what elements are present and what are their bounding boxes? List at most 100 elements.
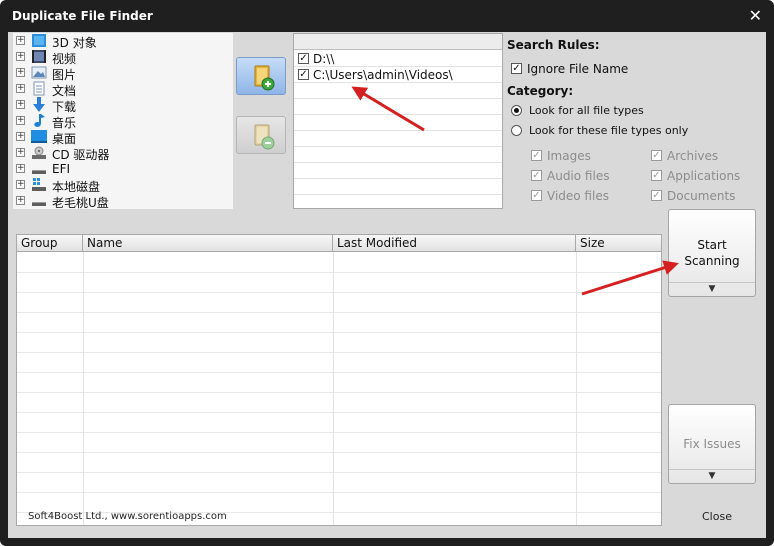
- pictures-folder-icon: [31, 66, 47, 79]
- column-header-last-modified[interactable]: Last Modified: [333, 235, 576, 252]
- fix-issues-dropdown-icon[interactable]: ▼: [669, 469, 755, 483]
- remove-folder-button[interactable]: [236, 116, 286, 154]
- expand-icon[interactable]: +: [16, 68, 25, 77]
- video-files-checkbox[interactable]: ✓: [531, 190, 542, 201]
- music-folder-icon: [34, 114, 45, 127]
- path-text: C:\Users\admin\Videos\: [313, 68, 453, 82]
- fix-issues-button[interactable]: Fix Issues ▼: [668, 404, 756, 484]
- expand-icon[interactable]: +: [16, 100, 25, 109]
- column-header-size[interactable]: Size: [576, 235, 661, 252]
- archives-label: Archives: [667, 149, 719, 163]
- tree-item-local-disk[interactable]: + 本地磁盘: [13, 177, 233, 194]
- table-column-divider: [333, 252, 334, 525]
- download-folder-icon: [33, 97, 45, 112]
- remove-folder-icon: [254, 124, 275, 150]
- tree-item-documents[interactable]: + 文档: [13, 81, 233, 98]
- audio-files-checkbox[interactable]: ✓: [531, 170, 542, 181]
- tree-item-downloads[interactable]: + 下载: [13, 97, 233, 114]
- expand-icon[interactable]: +: [16, 164, 25, 173]
- add-folder-button[interactable]: [236, 57, 286, 95]
- applications-checkbox[interactable]: ✓: [651, 170, 662, 181]
- documents-checkbox[interactable]: ✓: [651, 190, 662, 201]
- table-row-divider: [17, 432, 661, 433]
- expand-icon[interactable]: +: [16, 196, 25, 205]
- search-rules-panel: Search Rules: ✓ Ignore File Name Categor…: [505, 32, 765, 212]
- fix-issues-label: Fix Issues: [683, 437, 741, 451]
- window-close-icon[interactable]: ✕: [749, 6, 762, 25]
- app-window: Duplicate File Finder ✕ + 3D 对象 + 视频 + 图…: [0, 0, 774, 546]
- expand-icon[interactable]: +: [16, 148, 25, 157]
- video-folder-icon: [32, 50, 46, 63]
- add-folder-icon: [254, 65, 275, 91]
- company-footer: Soft4Boost Ltd., www.sorentioapps.com: [28, 511, 227, 522]
- archives-checkbox[interactable]: ✓: [651, 150, 662, 161]
- expand-icon[interactable]: +: [16, 132, 25, 141]
- table-row-divider: [17, 292, 661, 293]
- tree-item-music[interactable]: + 音乐: [13, 113, 233, 130]
- path-list-header: [294, 34, 502, 50]
- table-row-divider: [17, 372, 661, 373]
- title-bar: Duplicate File Finder ✕: [0, 0, 774, 32]
- ignore-file-name-checkbox[interactable]: ✓: [511, 63, 522, 74]
- start-scanning-line1: Start: [697, 238, 727, 252]
- category-heading: Category:: [507, 84, 574, 98]
- path-item[interactable]: ✓ D:\\: [298, 51, 498, 67]
- tree-item-label: 老毛桃U盘: [52, 196, 109, 210]
- applications-label: Applications: [667, 169, 741, 183]
- all-file-types-radio[interactable]: [511, 105, 522, 116]
- row-divider: [294, 98, 502, 99]
- path-item[interactable]: ✓ C:\Users\admin\Videos\: [298, 67, 498, 83]
- table-row-divider: [17, 472, 661, 473]
- expand-icon[interactable]: +: [16, 36, 25, 45]
- expand-icon[interactable]: +: [16, 52, 25, 61]
- row-divider: [294, 178, 502, 179]
- expand-icon[interactable]: +: [16, 116, 25, 125]
- start-scanning-line2: Scanning: [684, 254, 740, 268]
- table-row-divider: [17, 272, 661, 273]
- folder-tree[interactable]: + 3D 对象 + 视频 + 图片 + 文档 + 下载 + 音乐 + 桌面 + …: [13, 33, 233, 210]
- documents-label: Documents: [667, 189, 736, 203]
- column-header-group[interactable]: Group: [17, 235, 83, 252]
- table-row-divider: [17, 412, 661, 413]
- tree-item-videos[interactable]: + 视频: [13, 49, 233, 66]
- start-scanning-dropdown-icon[interactable]: ▼: [669, 282, 755, 296]
- expand-icon[interactable]: +: [16, 84, 25, 93]
- ignore-file-name-label: Ignore File Name: [527, 62, 629, 76]
- images-checkbox[interactable]: ✓: [531, 150, 542, 161]
- local-disk-icon: [32, 178, 46, 191]
- drive-icon: [32, 170, 46, 174]
- all-file-types-label: Look for all file types: [529, 104, 644, 117]
- close-button[interactable]: Close: [702, 510, 732, 523]
- tree-item-label: EFI: [52, 162, 71, 176]
- search-rules-heading: Search Rules:: [507, 38, 600, 52]
- row-divider: [294, 146, 502, 147]
- tree-item-3d-objects[interactable]: + 3D 对象: [13, 33, 233, 50]
- tree-item-efi[interactable]: + EFI: [13, 161, 233, 177]
- tree-item-desktop[interactable]: + 桌面: [13, 129, 233, 146]
- specific-file-types-radio[interactable]: [511, 125, 522, 136]
- cd-drive-icon: [32, 146, 46, 159]
- desktop-icon: [31, 130, 47, 143]
- table-header: Group Name Last Modified Size: [17, 235, 661, 252]
- tree-item-cd-drive[interactable]: + CD 驱动器: [13, 145, 233, 162]
- results-table[interactable]: Group Name Last Modified Size: [16, 234, 662, 526]
- path-checkbox[interactable]: ✓: [298, 69, 309, 80]
- table-row-divider: [17, 392, 661, 393]
- start-scanning-button[interactable]: Start Scanning ▼: [668, 209, 756, 297]
- tree-item-usb-drive[interactable]: + 老毛桃U盘: [13, 193, 233, 210]
- audio-files-label: Audio files: [547, 169, 610, 183]
- tree-item-pictures[interactable]: + 图片: [13, 65, 233, 82]
- search-path-list[interactable]: ✓ D:\\ ✓ C:\Users\admin\Videos\: [293, 33, 503, 209]
- table-row-divider: [17, 312, 661, 313]
- row-divider: [294, 162, 502, 163]
- row-divider: [294, 130, 502, 131]
- table-row-divider: [17, 352, 661, 353]
- 3d-objects-icon: [32, 34, 46, 47]
- column-header-name[interactable]: Name: [83, 235, 333, 252]
- window-title: Duplicate File Finder: [12, 9, 153, 23]
- expand-icon[interactable]: +: [16, 180, 25, 189]
- path-checkbox[interactable]: ✓: [298, 53, 309, 64]
- specific-file-types-label: Look for these file types only: [529, 124, 689, 137]
- main-client-area: + 3D 对象 + 视频 + 图片 + 文档 + 下载 + 音乐 + 桌面 + …: [8, 32, 766, 538]
- documents-folder-icon: [33, 81, 45, 96]
